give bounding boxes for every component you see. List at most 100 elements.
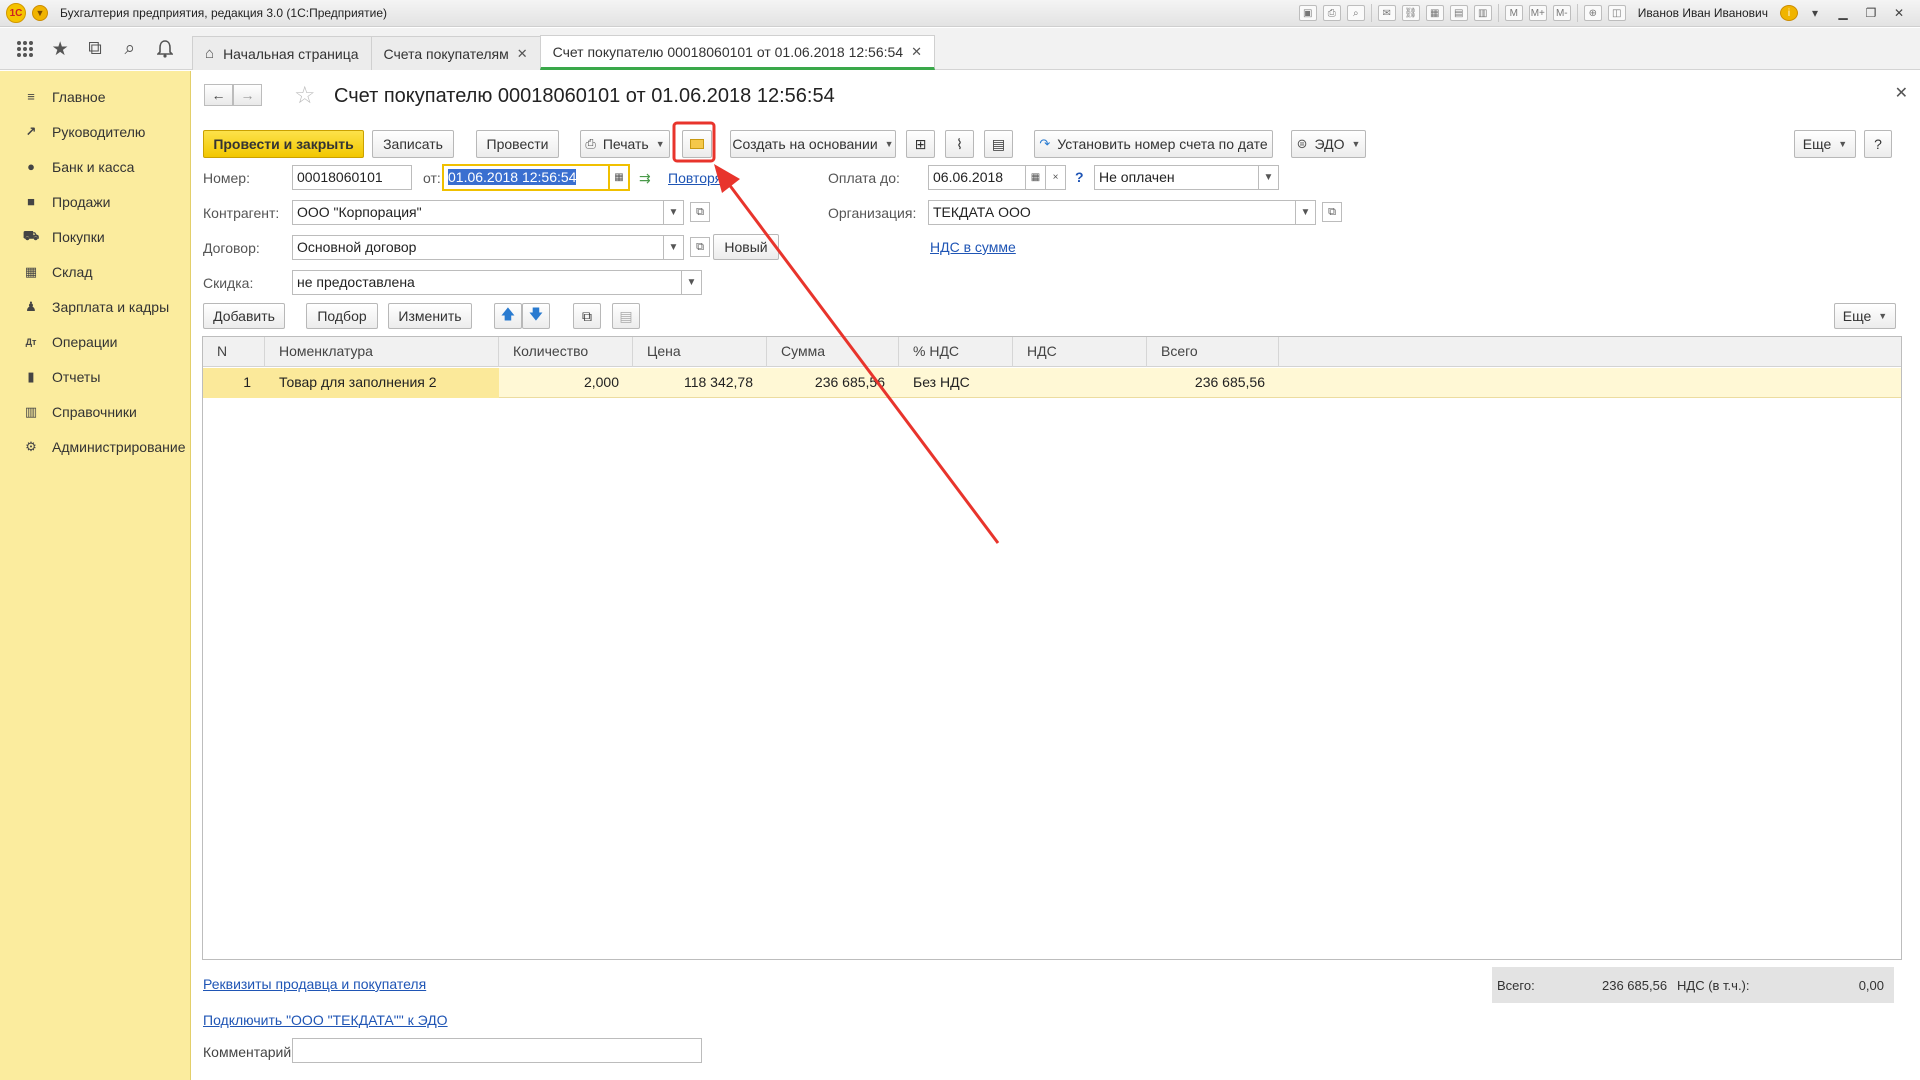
counterparty-field[interactable]: ООО "Корпорация" xyxy=(292,200,664,225)
contract-field[interactable]: Основной договор xyxy=(292,235,664,260)
move-down-arrow-icon[interactable]: 🡇 xyxy=(522,303,550,329)
add-row-button[interactable]: Добавить xyxy=(203,303,285,329)
sidebar-item-sales[interactable]: ■ Продажи xyxy=(0,184,190,219)
set-number-by-date-button[interactable]: ↷ Установить номер счета по дате xyxy=(1034,130,1273,158)
date-field[interactable]: 01.06.2018 12:56:54 xyxy=(442,164,610,191)
paste-icon[interactable]: ▤ xyxy=(612,303,640,329)
pay-status-select[interactable]: Не оплачен xyxy=(1094,165,1259,190)
printer-icon[interactable]: ⎙ xyxy=(1322,5,1341,21)
help-question-icon[interactable]: ? xyxy=(1075,169,1084,185)
number-field[interactable]: 00018060101 xyxy=(292,165,412,190)
search-icon[interactable]: ⌕ xyxy=(117,36,143,62)
column-header[interactable]: Номенклатура xyxy=(265,337,499,367)
repeat-icon[interactable]: ⇉ xyxy=(639,170,651,187)
report-button[interactable]: ▤ xyxy=(984,130,1013,158)
column-header[interactable]: Количество xyxy=(499,337,633,367)
goods-table[interactable]: N Номенклатура Количество Цена Сумма % Н… xyxy=(202,336,1902,960)
post-and-close-button[interactable]: Провести и закрыть xyxy=(203,130,364,158)
column-header[interactable]: НДС xyxy=(1013,337,1147,367)
chevron-down-icon[interactable]: ▼ xyxy=(1296,200,1316,225)
open-icon[interactable]: ⧉ xyxy=(690,202,710,222)
sidebar-item-management[interactable]: ↗ Руководителю xyxy=(0,114,190,149)
column-header[interactable]: % НДС xyxy=(899,337,1013,367)
chevron-down-icon[interactable]: ▼ xyxy=(664,200,684,225)
pay-until-field[interactable]: 06.06.2018 xyxy=(928,165,1026,190)
help-button[interactable]: ? xyxy=(1864,130,1892,158)
tab-customer-invoices[interactable]: Счета покупателям ✕ xyxy=(370,36,541,70)
attach-button[interactable]: ⌇ xyxy=(945,130,974,158)
forward-arrow-icon[interactable]: → xyxy=(233,84,262,106)
favorites-star-icon[interactable]: ★ xyxy=(47,36,73,62)
structure-button[interactable]: ⊞ xyxy=(906,130,935,158)
print-button[interactable]: ⎙ Печать ▼ xyxy=(580,130,670,158)
more-button[interactable]: Еще ▼ xyxy=(1794,130,1856,158)
chevron-down-icon[interactable]: ▼ xyxy=(682,270,702,295)
sum-cell[interactable]: 236 685,56 xyxy=(767,368,899,398)
sidebar-item-main[interactable]: ≡ Главное xyxy=(0,79,190,114)
total-cell[interactable]: 236 685,56 xyxy=(1147,368,1279,398)
table-row[interactable]: 1 Товар для заполнения 2 2,000 118 342,7… xyxy=(203,368,1901,398)
link-icon[interactable]: ⛓ xyxy=(1401,5,1420,21)
close-tab-icon[interactable]: ✕ xyxy=(911,44,922,60)
column-header[interactable]: Всего xyxy=(1147,337,1279,367)
main-menu-icon[interactable]: ▼ xyxy=(32,5,48,21)
vat-in-amount-link[interactable]: НДС в сумме xyxy=(930,239,1016,255)
favorite-star-icon[interactable]: ☆ xyxy=(294,81,316,110)
chevron-down-icon[interactable]: ▾ xyxy=(1804,4,1826,22)
move-up-arrow-icon[interactable]: 🡅 xyxy=(494,303,522,329)
open-icon[interactable]: ⧉ xyxy=(1322,202,1342,222)
column-header[interactable]: N xyxy=(203,337,265,367)
sidebar-item-bank[interactable]: ● Банк и касса xyxy=(0,149,190,184)
sidebar-item-operations[interactable]: Дт Операции xyxy=(0,324,190,359)
memory-minus-icon[interactable]: M- xyxy=(1552,5,1571,21)
sidebar-item-warehouse[interactable]: ▦ Склад xyxy=(0,254,190,289)
create-based-on-button[interactable]: Создать на основании ▼ xyxy=(730,130,896,158)
info-icon[interactable]: i xyxy=(1780,5,1798,21)
edo-button[interactable]: ⊜ ЭДО ▼ xyxy=(1291,130,1366,158)
discount-field[interactable]: не предоставлена xyxy=(292,270,682,295)
calendar-icon[interactable]: ▦ xyxy=(610,164,630,191)
bell-icon[interactable] xyxy=(152,36,178,62)
item-name-cell[interactable]: Товар для заполнения 2 xyxy=(265,368,499,398)
user-name[interactable]: Иванов Иван Иванович xyxy=(1638,6,1768,20)
close-icon[interactable]: ✕ xyxy=(1895,83,1908,103)
connect-edo-link[interactable]: Подключить "ООО "ТЕКДАТА"" к ЭДО xyxy=(203,1012,448,1028)
preview-icon[interactable]: ⌕ xyxy=(1346,5,1365,21)
comment-field[interactable] xyxy=(292,1038,702,1063)
grid-menu-icon[interactable] xyxy=(12,36,38,62)
sidebar-item-reports[interactable]: ▮ Отчеты xyxy=(0,359,190,394)
column-header[interactable]: Цена xyxy=(633,337,767,367)
sidebar-item-directories[interactable]: ▥ Справочники xyxy=(0,394,190,429)
post-button[interactable]: Провести xyxy=(476,130,559,158)
table-icon[interactable]: ▦ xyxy=(1425,5,1444,21)
requisites-link[interactable]: Реквизиты продавца и покупателя xyxy=(203,976,426,992)
minimize-icon[interactable]: ▁ xyxy=(1832,4,1854,22)
memory-plus-icon[interactable]: M+ xyxy=(1528,5,1547,21)
save-button[interactable]: Записать xyxy=(372,130,454,158)
vat-cell[interactable] xyxy=(1013,368,1147,398)
memory-icon[interactable]: M xyxy=(1504,5,1523,21)
back-arrow-icon[interactable]: ← xyxy=(204,84,233,106)
table-more-button[interactable]: Еще ▼ xyxy=(1834,303,1896,329)
calendar-icon[interactable]: ▦ xyxy=(1026,165,1046,190)
restore-icon[interactable]: ❐ xyxy=(1860,4,1882,22)
sidebar-item-salary[interactable]: ♟ Зарплата и кадры xyxy=(0,289,190,324)
open-icon[interactable]: ⧉ xyxy=(690,237,710,257)
pick-button[interactable]: Подбор xyxy=(306,303,378,329)
panel-icon[interactable]: ◫ xyxy=(1607,5,1626,21)
new-contract-button[interactable]: Новый xyxy=(713,234,779,260)
clear-icon[interactable]: × xyxy=(1046,165,1066,190)
close-tab-icon[interactable]: ✕ xyxy=(517,46,528,62)
sidebar-item-purchases[interactable]: ⛟ Покупки xyxy=(0,219,190,254)
close-icon[interactable]: ✕ xyxy=(1888,4,1910,22)
calendar-icon[interactable]: ▥ xyxy=(1473,5,1492,21)
price-cell[interactable]: 118 342,78 xyxy=(633,368,767,398)
calculator-icon[interactable]: ▤ xyxy=(1449,5,1468,21)
send-email-button[interactable] xyxy=(682,130,712,158)
chevron-down-icon[interactable]: ▼ xyxy=(1259,165,1279,190)
chevron-down-icon[interactable]: ▼ xyxy=(664,235,684,260)
history-icon[interactable]: ⧉ xyxy=(82,36,108,62)
zoom-icon[interactable]: ⊕ xyxy=(1583,5,1602,21)
vat-rate-cell[interactable]: Без НДС xyxy=(899,368,1013,398)
repeat-link[interactable]: Повторя xyxy=(668,170,722,186)
